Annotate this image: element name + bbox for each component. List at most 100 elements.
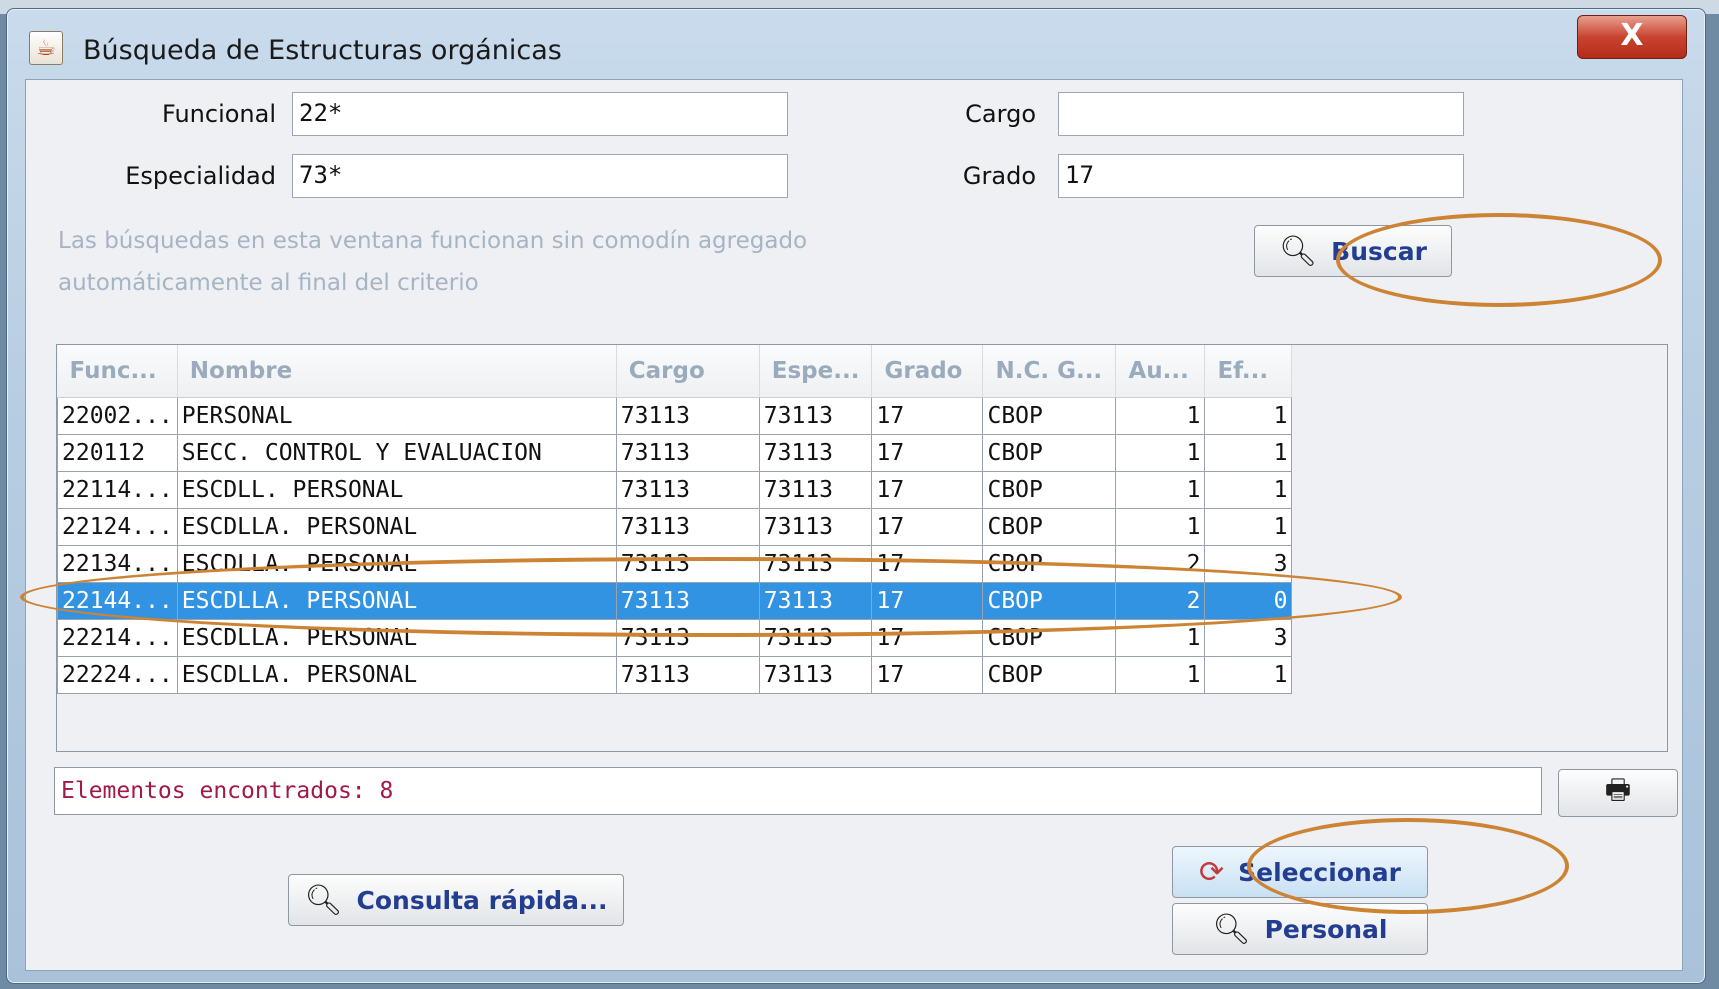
table-cell: 73113 (758, 656, 873, 694)
column-header-espe[interactable]: Espe... (759, 345, 873, 398)
column-header-au[interactable]: Au... (1115, 345, 1206, 398)
personal-label: Personal (1264, 914, 1388, 944)
table-cell: 73113 (615, 656, 760, 694)
hint-line-1: Las búsquedas en esta ventana funcionan … (58, 228, 808, 254)
table-cell: 73113 (758, 619, 873, 657)
table-cell: 73113 (615, 582, 760, 620)
table-cell: 1 (1115, 434, 1206, 472)
table-row[interactable]: 22002... PERSONAL 73113 73113 17 CBOP 1 1 (57, 397, 1293, 435)
table-cell: ESCDLLA. PERSONAL (176, 508, 617, 546)
table-cell: CBOP (982, 508, 1117, 546)
search-hint: Las búsquedas en esta ventana funcionan … (58, 220, 958, 304)
table-cell: 73113 (758, 434, 873, 472)
table-row[interactable]: 22224... ESCDLLA. PERSONAL 73113 73113 17 CBO… (57, 656, 1293, 694)
table-cell: 73113 (615, 471, 760, 509)
column-header-ef[interactable]: Ef... (1204, 345, 1293, 398)
table-cell: 2 (1115, 545, 1206, 583)
table-cell: 22002... (57, 397, 178, 435)
close-button[interactable]: X (1577, 15, 1687, 59)
table-cell: CBOP (982, 397, 1117, 435)
cargo-field[interactable] (1058, 92, 1464, 136)
table-header-row: Func... Nombre Cargo Espe... Grado N.C. … (57, 345, 1293, 398)
table-cell: 22124... (57, 508, 178, 546)
table-cell: 1 (1115, 508, 1206, 546)
column-header-func[interactable]: Func... (57, 345, 178, 398)
especialidad-field[interactable]: 73* (292, 154, 788, 198)
table-body: 22002... PERSONAL 73113 73113 17 CBOP 1 1 220112… (57, 397, 1293, 694)
magnifier-icon: 🔍︎ (1279, 233, 1318, 269)
table-cell: CBOP (982, 656, 1117, 694)
table-cell: ESCDLLA. PERSONAL (176, 545, 617, 583)
refresh-icon: ⟳ (1198, 854, 1225, 890)
table-row[interactable]: 22214... ESCDLLA. PERSONAL 73113 73113 17 CBO… (57, 619, 1293, 657)
table-cell: 3 (1204, 619, 1293, 657)
table-row[interactable]: 220112 SECC. CONTROL Y EVALUACION 73113 731… (57, 434, 1293, 472)
table-cell: SECC. CONTROL Y EVALUACION (176, 434, 617, 472)
table-cell: 22134... (57, 545, 178, 583)
table-cell: 22224... (57, 656, 178, 694)
table-cell: CBOP (982, 434, 1117, 472)
table-cell: 1 (1115, 471, 1206, 509)
table-cell: 3 (1204, 545, 1293, 583)
buscar-label: Buscar (1331, 236, 1427, 266)
dialog-window: ☕ Búsqueda de Estructuras orgánicas X Fu… (6, 8, 1706, 984)
java-icon: ☕ (29, 31, 63, 65)
table-cell: 73113 (758, 397, 873, 435)
table-cell: 17 (871, 471, 984, 509)
results-table[interactable]: Func... Nombre Cargo Espe... Grado N.C. … (56, 344, 1668, 752)
table-cell: 1 (1204, 397, 1293, 435)
table-cell: ESCDLLA. PERSONAL (176, 656, 617, 694)
table-cell: 73113 (758, 545, 873, 583)
table-cell: 1 (1204, 508, 1293, 546)
table-cell: 220112 (57, 434, 178, 472)
table-cell: 1 (1115, 397, 1206, 435)
title-bar[interactable]: ☕ Búsqueda de Estructuras orgánicas X (7, 9, 1705, 79)
print-button[interactable]: 🖶 (1558, 769, 1678, 817)
magnifier-icon: 🔍︎ (1212, 911, 1251, 947)
table-cell: 17 (871, 508, 984, 546)
column-header-cargo[interactable]: Cargo (616, 345, 760, 398)
table-cell: ESCDLLA. PERSONAL (176, 582, 617, 620)
table-cell: CBOP (982, 545, 1117, 583)
table-row[interactable]: 22124... ESCDLLA. PERSONAL 73113 73113 17 CBO… (57, 508, 1293, 546)
grado-label: Grado (962, 162, 1036, 190)
table-row[interactable]: 22144... ESCDLLA. PERSONAL 73113 73113 17 CBO… (57, 582, 1293, 620)
table-cell: 22144... (57, 582, 178, 620)
table-cell: 22214... (57, 619, 178, 657)
funcional-field[interactable]: 22* (292, 92, 788, 136)
consulta-rapida-button[interactable]: 🔍︎ Consulta rápida... (288, 874, 624, 926)
funcional-label: Funcional (161, 100, 276, 128)
dialog-content: Funcional 22* Especialidad 73* Cargo Gra… (25, 79, 1683, 971)
table-cell: 17 (871, 656, 984, 694)
table-cell: 73113 (615, 434, 760, 472)
table-cell: 73113 (758, 508, 873, 546)
table-cell: PERSONAL (176, 397, 617, 435)
table-cell: 17 (871, 397, 984, 435)
column-header-nombre[interactable]: Nombre (177, 345, 617, 398)
table-cell: 73113 (615, 619, 760, 657)
table-cell: ESCDLLA. PERSONAL (176, 619, 617, 657)
column-header-ncg[interactable]: N.C. G... (982, 345, 1117, 398)
table-cell: 73113 (758, 471, 873, 509)
consulta-rapida-label: Consulta rápida... (356, 885, 608, 915)
table-row[interactable]: 22134... ESCDLLA. PERSONAL 73113 73113 17 CBO… (57, 545, 1293, 583)
table-cell: 17 (871, 545, 984, 583)
hint-line-2: automáticamente al final del criterio (58, 270, 479, 296)
buscar-button[interactable]: 🔍︎ Buscar (1254, 225, 1452, 277)
table-cell: 2 (1115, 582, 1206, 620)
column-header-grado[interactable]: Grado (871, 345, 984, 398)
table-cell: 17 (871, 619, 984, 657)
table-cell: 1 (1204, 471, 1293, 509)
table-cell: 1 (1204, 656, 1293, 694)
table-cell: CBOP (982, 619, 1117, 657)
cargo-label: Cargo (965, 100, 1036, 128)
seleccionar-button[interactable]: ⟳ Seleccionar (1172, 846, 1428, 898)
table-cell: 22114... (57, 471, 178, 509)
table-cell: CBOP (982, 471, 1117, 509)
table-cell: 73113 (615, 545, 760, 583)
table-row[interactable]: 22114... ESCDLL. PERSONAL 73113 73113 17 CBOP… (57, 471, 1293, 509)
grado-field[interactable]: 17 (1058, 154, 1464, 198)
table-cell: 73113 (615, 508, 760, 546)
personal-button[interactable]: 🔍︎ Personal (1172, 903, 1428, 955)
table-cell: 0 (1204, 582, 1293, 620)
